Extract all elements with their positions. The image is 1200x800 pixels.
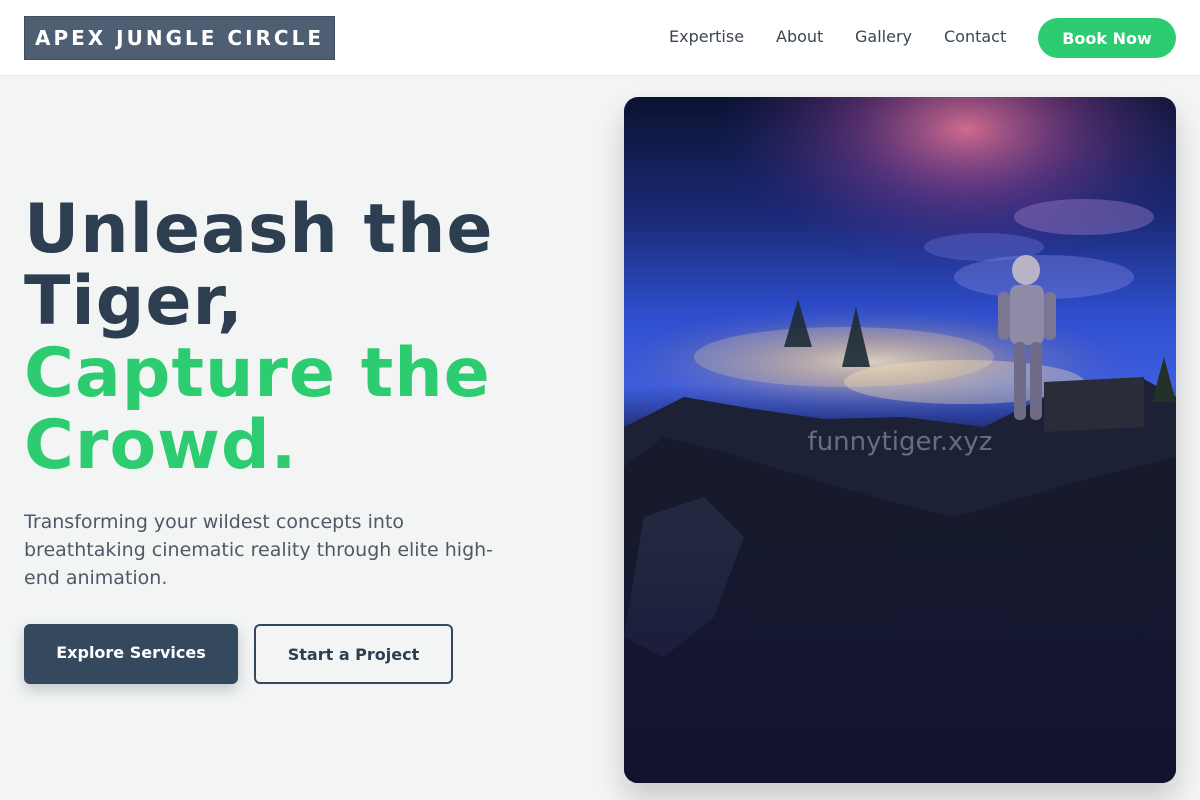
hero-subtext: Transforming your wildest concepts into … [24,511,494,589]
image-watermark: funnytiger.xyz [807,427,993,457]
nav-link-expertise[interactable]: Expertise [669,26,744,48]
headline-line-2: Tiger, [24,262,244,341]
nav-link-about[interactable]: About [776,26,823,48]
start-project-button[interactable]: Start a Project [254,624,453,684]
headline-line-4: Crowd. [24,406,298,485]
site-header: APEX JUNGLE CIRCLE Expertise About Galle… [0,0,1200,76]
explore-services-button[interactable]: Explore Services [24,624,238,684]
hero-headline: Unleash the Tiger, Capture the Crowd. [24,194,584,482]
brand-logo[interactable]: APEX JUNGLE CIRCLE [24,16,335,60]
hero-image: funnytiger.xyz [624,97,1176,783]
nav-link-contact[interactable]: Contact [944,26,1006,48]
headline-line-3: Capture the [24,334,491,413]
book-now-button[interactable]: Book Now [1038,18,1176,58]
headline-line-1: Unleash the [24,190,494,269]
nav-link-gallery[interactable]: Gallery [855,26,912,48]
